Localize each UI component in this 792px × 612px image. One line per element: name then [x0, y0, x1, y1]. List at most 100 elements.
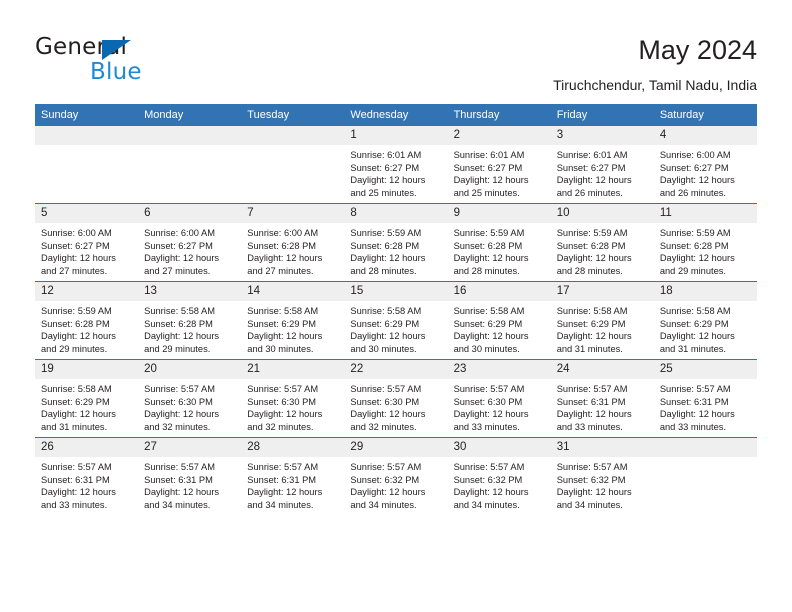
calendar-day-cell[interactable]: 20 Sunrise: 5:57 AM Sunset: 6:30 PM Dayligh… — [138, 359, 242, 438]
day-details: Sunrise: 5:57 AM Sunset: 6:30 PM Daylight:… — [138, 379, 241, 433]
calendar-day-cell[interactable]: 26 Sunrise: 5:57 AM Sunset: 6:31 PM Dayligh… — [35, 437, 139, 515]
page-subtitle: Tiruchchendur, Tamil Nadu, India — [553, 77, 757, 93]
day-details: Sunrise: 5:57 AM Sunset: 6:31 PM Daylight:… — [654, 379, 757, 433]
sunset-text: Sunset: 6:29 PM — [350, 318, 420, 329]
calendar-day-cell[interactable]: 23 Sunrise: 5:57 AM Sunset: 6:30 PM Dayligh… — [447, 359, 551, 438]
sunrise-text: Sunrise: 5:59 AM — [41, 306, 112, 316]
brand-logo[interactable]: General Blue — [35, 34, 255, 90]
weekday-header-thursday: Thursday — [447, 104, 551, 126]
calendar-day-cell[interactable]: 11 Sunrise: 5:59 AM Sunset: 6:28 PM Dayligh… — [653, 203, 757, 282]
day-details: Sunrise: 5:57 AM Sunset: 6:30 PM Daylight:… — [241, 379, 344, 433]
calendar-day-cell[interactable]: 22 Sunrise: 5:57 AM Sunset: 6:30 PM Dayligh… — [344, 359, 448, 438]
sunrise-text: Sunrise: 5:59 AM — [453, 228, 525, 238]
daylight-text-line2: and 27 minutes. — [247, 265, 314, 276]
calendar-day-cell-empty — [653, 437, 757, 515]
daylight-text-line2: and 32 minutes. — [144, 421, 211, 432]
calendar-day-cell[interactable]: 19 Sunrise: 5:58 AM Sunset: 6:29 PM Dayligh… — [35, 359, 139, 438]
daylight-text-line1: Daylight: 12 hours — [350, 175, 426, 186]
daylight-text-line1: Daylight: 12 hours — [556, 487, 632, 498]
sunrise-text: Sunrise: 5:57 AM — [350, 384, 422, 394]
day-details: Sunrise: 5:57 AM Sunset: 6:30 PM Daylight:… — [344, 379, 447, 433]
sunset-text: Sunset: 6:29 PM — [556, 318, 626, 329]
calendar-day-cell[interactable]: 4 Sunrise: 6:00 AM Sunset: 6:27 PM Daylight… — [653, 126, 757, 204]
sunset-text: Sunset: 6:29 PM — [659, 318, 729, 329]
calendar-day-cell[interactable]: 7 Sunrise: 6:00 AM Sunset: 6:28 PM Daylight… — [241, 203, 345, 282]
calendar-day-cell[interactable]: 18 Sunrise: 5:58 AM Sunset: 6:29 PM Dayligh… — [653, 281, 757, 360]
calendar-day-cell[interactable]: 21 Sunrise: 5:57 AM Sunset: 6:30 PM Dayligh… — [241, 359, 345, 438]
calendar-day-cell[interactable]: 15 Sunrise: 5:58 AM Sunset: 6:29 PM Dayligh… — [344, 281, 448, 360]
calendar-day-cell[interactable]: 9 Sunrise: 5:59 AM Sunset: 6:28 PM Daylight… — [447, 203, 551, 282]
calendar-day-cell[interactable]: 27 Sunrise: 5:57 AM Sunset: 6:31 PM Dayligh… — [138, 437, 242, 515]
calendar-day-cell[interactable]: 29 Sunrise: 5:57 AM Sunset: 6:32 PM Dayligh… — [344, 437, 448, 515]
daylight-text-line1: Daylight: 12 hours — [350, 487, 426, 498]
day-details: Sunrise: 6:01 AM Sunset: 6:27 PM Daylight:… — [448, 145, 551, 199]
day-number: 28 — [241, 438, 345, 457]
daylight-text-line1: Daylight: 12 hours — [350, 409, 426, 420]
sunset-text: Sunset: 6:31 PM — [659, 396, 729, 407]
sunset-text: Sunset: 6:27 PM — [350, 162, 420, 173]
calendar-header-row: Sunday Monday Tuesday Wednesday Thursday… — [35, 104, 757, 126]
calendar-day-cell[interactable]: 12 Sunrise: 5:59 AM Sunset: 6:28 PM Dayligh… — [35, 281, 139, 360]
daylight-text-line1: Daylight: 12 hours — [144, 409, 220, 420]
calendar-day-cell[interactable]: 6 Sunrise: 6:00 AM Sunset: 6:27 PM Daylight… — [138, 203, 242, 282]
sunrise-text: Sunrise: 5:57 AM — [144, 384, 215, 394]
daylight-text-line1: Daylight: 12 hours — [453, 409, 529, 420]
day-number: 9 — [447, 204, 551, 223]
daylight-text-line1: Daylight: 12 hours — [659, 175, 735, 186]
daylight-text-line1: Daylight: 12 hours — [556, 253, 632, 264]
daylight-text-line2: and 30 minutes. — [453, 343, 520, 354]
sunset-text: Sunset: 6:32 PM — [556, 474, 626, 485]
calendar-day-cell[interactable]: 10 Sunrise: 5:59 AM Sunset: 6:28 PM Dayligh… — [550, 203, 654, 282]
daylight-text-line2: and 30 minutes. — [350, 343, 417, 354]
calendar-table: Sunday Monday Tuesday Wednesday Thursday… — [35, 104, 757, 515]
day-number: 16 — [447, 282, 551, 301]
day-details: Sunrise: 6:00 AM Sunset: 6:27 PM Daylight:… — [138, 223, 241, 277]
daylight-text-line1: Daylight: 12 hours — [556, 331, 632, 342]
daylight-text-line2: and 28 minutes. — [556, 265, 623, 276]
calendar-day-cell[interactable]: 14 Sunrise: 5:58 AM Sunset: 6:29 PM Dayligh… — [241, 281, 345, 360]
sunrise-text: Sunrise: 5:59 AM — [556, 228, 628, 238]
calendar-day-cell[interactable]: 25 Sunrise: 5:57 AM Sunset: 6:31 PM Dayligh… — [653, 359, 757, 438]
calendar-week-row: 26 Sunrise: 5:57 AM Sunset: 6:31 PM Dayligh… — [35, 437, 757, 515]
weekday-header-wednesday: Wednesday — [344, 104, 448, 126]
day-details: Sunrise: 5:57 AM Sunset: 6:32 PM Daylight:… — [448, 457, 551, 511]
calendar-day-cell[interactable]: 5 Sunrise: 6:00 AM Sunset: 6:27 PM Daylight… — [35, 203, 139, 282]
calendar-day-cell[interactable]: 16 Sunrise: 5:58 AM Sunset: 6:29 PM Dayligh… — [447, 281, 551, 360]
daylight-text-line2: and 34 minutes. — [144, 499, 211, 510]
day-number: 12 — [35, 282, 139, 301]
sunrise-text: Sunrise: 5:58 AM — [659, 306, 731, 316]
calendar-day-cell[interactable]: 1 Sunrise: 6:01 AM Sunset: 6:27 PM Daylight… — [344, 126, 448, 204]
calendar-week-row: 19 Sunrise: 5:58 AM Sunset: 6:29 PM Dayligh… — [35, 359, 757, 438]
day-details: Sunrise: 6:01 AM Sunset: 6:27 PM Daylight:… — [344, 145, 447, 199]
calendar-day-cell[interactable]: 24 Sunrise: 5:57 AM Sunset: 6:31 PM Dayligh… — [550, 359, 654, 438]
day-number — [241, 126, 345, 145]
day-details: Sunrise: 5:59 AM Sunset: 6:28 PM Daylight:… — [344, 223, 447, 277]
calendar-day-cell[interactable]: 8 Sunrise: 5:59 AM Sunset: 6:28 PM Daylight… — [344, 203, 448, 282]
calendar-day-cell[interactable]: 13 Sunrise: 5:58 AM Sunset: 6:28 PM Dayligh… — [138, 281, 242, 360]
day-number: 23 — [447, 360, 551, 379]
calendar-day-cell[interactable]: 2 Sunrise: 6:01 AM Sunset: 6:27 PM Daylight… — [447, 126, 551, 204]
sunrise-text: Sunrise: 6:00 AM — [247, 228, 319, 238]
day-details: Sunrise: 5:57 AM Sunset: 6:30 PM Daylight:… — [448, 379, 551, 433]
daylight-text-line1: Daylight: 12 hours — [144, 487, 220, 498]
sunset-text: Sunset: 6:28 PM — [144, 318, 213, 329]
daylight-text-line2: and 34 minutes. — [453, 499, 520, 510]
day-number: 22 — [344, 360, 448, 379]
day-details: Sunrise: 5:59 AM Sunset: 6:28 PM Daylight:… — [551, 223, 654, 277]
sunset-text: Sunset: 6:27 PM — [556, 162, 626, 173]
daylight-text-line1: Daylight: 12 hours — [41, 487, 116, 498]
daylight-text-line1: Daylight: 12 hours — [659, 253, 735, 264]
sunset-text: Sunset: 6:29 PM — [41, 396, 110, 407]
calendar-week-row: 1 Sunrise: 6:01 AM Sunset: 6:27 PM Daylight… — [35, 126, 757, 204]
calendar-day-cell[interactable]: 30 Sunrise: 5:57 AM Sunset: 6:32 PM Dayligh… — [447, 437, 551, 515]
calendar-day-cell[interactable]: 31 Sunrise: 5:57 AM Sunset: 6:32 PM Dayligh… — [550, 437, 654, 515]
weekday-header-monday: Monday — [138, 104, 242, 126]
daylight-text-line2: and 31 minutes. — [41, 421, 108, 432]
calendar-day-cell[interactable]: 3 Sunrise: 6:01 AM Sunset: 6:27 PM Daylight… — [550, 126, 654, 204]
sunrise-text: Sunrise: 5:58 AM — [144, 306, 215, 316]
calendar-day-cell[interactable]: 17 Sunrise: 5:58 AM Sunset: 6:29 PM Dayligh… — [550, 281, 654, 360]
calendar-day-cell[interactable]: 28 Sunrise: 5:57 AM Sunset: 6:31 PM Dayligh… — [241, 437, 345, 515]
sunrise-text: Sunrise: 5:59 AM — [350, 228, 422, 238]
sunrise-text: Sunrise: 5:57 AM — [453, 462, 525, 472]
daylight-text-line1: Daylight: 12 hours — [453, 331, 529, 342]
